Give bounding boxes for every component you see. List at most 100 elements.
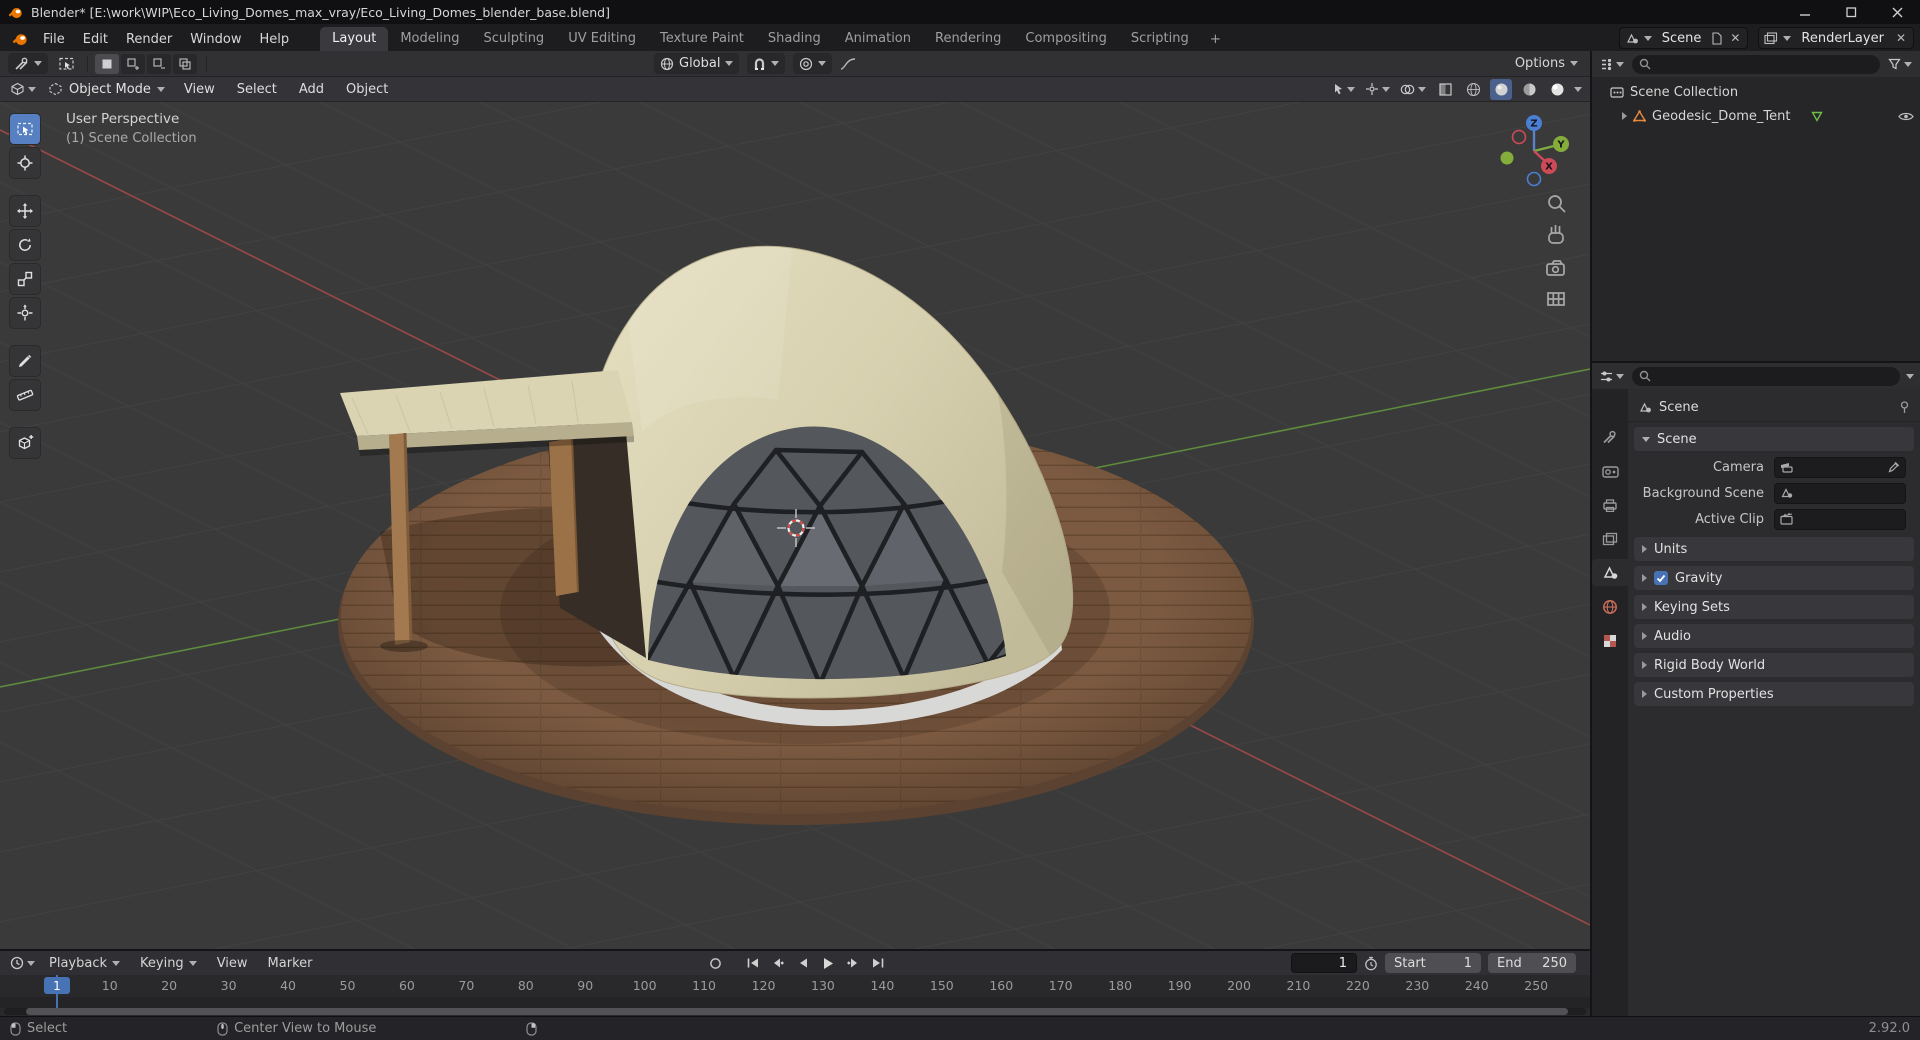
tool-move[interactable] bbox=[10, 196, 40, 226]
xray-toggle[interactable] bbox=[1434, 79, 1456, 100]
overlays-dropdown[interactable] bbox=[1398, 79, 1428, 100]
shading-solid-button[interactable] bbox=[1490, 78, 1512, 100]
tab-tool-properties[interactable] bbox=[1594, 423, 1626, 450]
tab-render-properties[interactable] bbox=[1594, 457, 1626, 484]
falloff-curve-icon[interactable] bbox=[840, 57, 856, 71]
gizmos-dropdown[interactable] bbox=[1363, 79, 1392, 100]
gizmo-y-neg[interactable] bbox=[1500, 151, 1514, 165]
auto-key-toggle[interactable] bbox=[704, 953, 726, 973]
minimize-button[interactable] bbox=[1782, 0, 1828, 24]
select-mode-new-button[interactable] bbox=[95, 53, 119, 74]
snapping-dropdown[interactable] bbox=[747, 53, 786, 74]
eyedropper-icon[interactable] bbox=[1888, 461, 1900, 473]
viewport-3d[interactable]: Z Y X User Perspective (1) Scene Collect… bbox=[0, 102, 1590, 949]
tool-cursor[interactable] bbox=[10, 148, 40, 178]
tab-animation[interactable]: Animation bbox=[833, 27, 923, 51]
tab-uv-editing[interactable]: UV Editing bbox=[556, 27, 648, 51]
editor-type-button[interactable] bbox=[8, 79, 38, 100]
timeline-menu-marker[interactable]: Marker bbox=[260, 954, 321, 973]
outliner-search[interactable] bbox=[1632, 54, 1880, 74]
select-mode-subtract-button[interactable] bbox=[147, 53, 171, 74]
panel-units[interactable]: Units bbox=[1634, 537, 1914, 561]
menu-window[interactable]: Window bbox=[181, 28, 250, 51]
panel-rigid-body-world[interactable]: Rigid Body World bbox=[1634, 653, 1914, 677]
panel-audio[interactable]: Audio bbox=[1634, 624, 1914, 648]
gizmo-z-neg[interactable] bbox=[1526, 171, 1542, 187]
next-keyframe-button[interactable] bbox=[842, 953, 864, 973]
timeline-menu-view[interactable]: View bbox=[209, 954, 256, 973]
close-button[interactable] bbox=[1874, 0, 1920, 24]
menu-help[interactable]: Help bbox=[251, 28, 299, 51]
properties-search-input[interactable] bbox=[1656, 368, 1893, 384]
shading-wireframe-button[interactable] bbox=[1462, 79, 1484, 100]
outliner-filter-button[interactable] bbox=[1886, 54, 1914, 75]
select-mode-intersect-button[interactable] bbox=[173, 53, 197, 74]
tab-modeling[interactable]: Modeling bbox=[388, 27, 471, 51]
panel-custom-properties[interactable]: Custom Properties bbox=[1634, 682, 1914, 706]
jump-to-start-button[interactable] bbox=[742, 953, 764, 973]
gravity-checkbox[interactable] bbox=[1654, 571, 1668, 585]
active-clip-field[interactable] bbox=[1774, 508, 1906, 530]
tool-rotate[interactable] bbox=[10, 230, 40, 260]
maximize-button[interactable] bbox=[1828, 0, 1874, 24]
timeline-editor-type-button[interactable] bbox=[8, 953, 37, 974]
prev-keyframe-button[interactable] bbox=[767, 953, 789, 973]
new-scene-icon[interactable] bbox=[1711, 31, 1723, 45]
frame-end-field[interactable]: End 250 bbox=[1488, 953, 1576, 973]
timeline-ruler[interactable]: 10 20 30 40 50 60 70 80 90 100 110 120 1… bbox=[0, 975, 1590, 1016]
proportional-editing-dropdown[interactable] bbox=[793, 53, 833, 74]
tool-scale[interactable] bbox=[10, 264, 40, 294]
menu-render[interactable]: Render bbox=[117, 28, 181, 51]
pin-icon[interactable] bbox=[1899, 400, 1910, 414]
options-dropdown[interactable]: Options bbox=[1515, 56, 1582, 71]
stopwatch-icon[interactable] bbox=[1364, 956, 1378, 971]
viewport-menu-select[interactable]: Select bbox=[228, 80, 286, 99]
outliner-search-input[interactable] bbox=[1656, 56, 1873, 72]
timeline-menu-keying[interactable]: Keying bbox=[132, 954, 205, 973]
shading-material-button[interactable] bbox=[1518, 79, 1540, 100]
tab-scene-properties[interactable] bbox=[1592, 559, 1628, 586]
tool-measure[interactable] bbox=[10, 380, 40, 410]
properties-editor-type-button[interactable] bbox=[1598, 366, 1626, 387]
timeline-scrollbar-handle[interactable] bbox=[26, 1008, 1568, 1015]
view-layer-selector[interactable]: RenderLayer ✕ bbox=[1758, 27, 1914, 49]
tool-add-cube[interactable] bbox=[10, 428, 40, 458]
play-reverse-button[interactable] bbox=[792, 953, 814, 973]
active-tool-dropdown[interactable] bbox=[8, 53, 48, 74]
outliner-row-scene-collection[interactable]: Scene Collection bbox=[1592, 80, 1920, 104]
playhead-badge[interactable]: 1 bbox=[44, 977, 70, 994]
tab-view-layer-properties[interactable] bbox=[1594, 525, 1626, 552]
viewport-menu-add[interactable]: Add bbox=[290, 80, 333, 99]
tab-world-properties[interactable] bbox=[1594, 593, 1626, 620]
properties-search[interactable] bbox=[1632, 366, 1900, 386]
mode-dropdown[interactable]: Object Mode bbox=[42, 80, 171, 99]
tab-compositing[interactable]: Compositing bbox=[1013, 27, 1119, 51]
tab-rendering[interactable]: Rendering bbox=[923, 27, 1013, 51]
viewport-menu-object[interactable]: Object bbox=[337, 80, 397, 99]
remove-view-layer-icon[interactable]: ✕ bbox=[1894, 31, 1908, 45]
camera-field[interactable] bbox=[1774, 456, 1906, 478]
panel-scene[interactable]: Scene bbox=[1634, 427, 1914, 451]
selectability-dropdown[interactable] bbox=[1331, 79, 1357, 100]
timeline-menu-playback[interactable]: Playback bbox=[41, 954, 128, 973]
unlink-scene-icon[interactable]: ✕ bbox=[1728, 31, 1742, 45]
tab-layout[interactable]: Layout bbox=[320, 27, 389, 51]
frame-start-field[interactable]: Start 1 bbox=[1385, 953, 1481, 973]
menu-file[interactable]: File bbox=[34, 28, 74, 51]
tab-texture-properties[interactable] bbox=[1594, 627, 1626, 654]
gizmo-x-neg[interactable] bbox=[1511, 129, 1527, 145]
timeline-scrollbar[interactable] bbox=[4, 1008, 1586, 1015]
outliner-row-geodesic-dome[interactable]: Geodesic_Dome_Tent bbox=[1592, 104, 1920, 128]
eye-icon[interactable] bbox=[1898, 111, 1914, 122]
panel-keying-sets[interactable]: Keying Sets bbox=[1634, 595, 1914, 619]
tab-texture-paint[interactable]: Texture Paint bbox=[648, 27, 756, 51]
background-scene-field[interactable] bbox=[1774, 482, 1906, 504]
blender-app-menu-icon[interactable] bbox=[6, 31, 34, 51]
viewport-canvas[interactable]: Z Y X bbox=[0, 102, 1590, 949]
select-mode-extend-button[interactable] bbox=[121, 53, 145, 74]
play-button[interactable] bbox=[817, 953, 839, 973]
panel-gravity[interactable]: Gravity bbox=[1634, 566, 1914, 590]
jump-to-end-button[interactable] bbox=[867, 953, 889, 973]
tab-shading[interactable]: Shading bbox=[756, 27, 833, 51]
tool-box-select[interactable] bbox=[10, 114, 40, 144]
